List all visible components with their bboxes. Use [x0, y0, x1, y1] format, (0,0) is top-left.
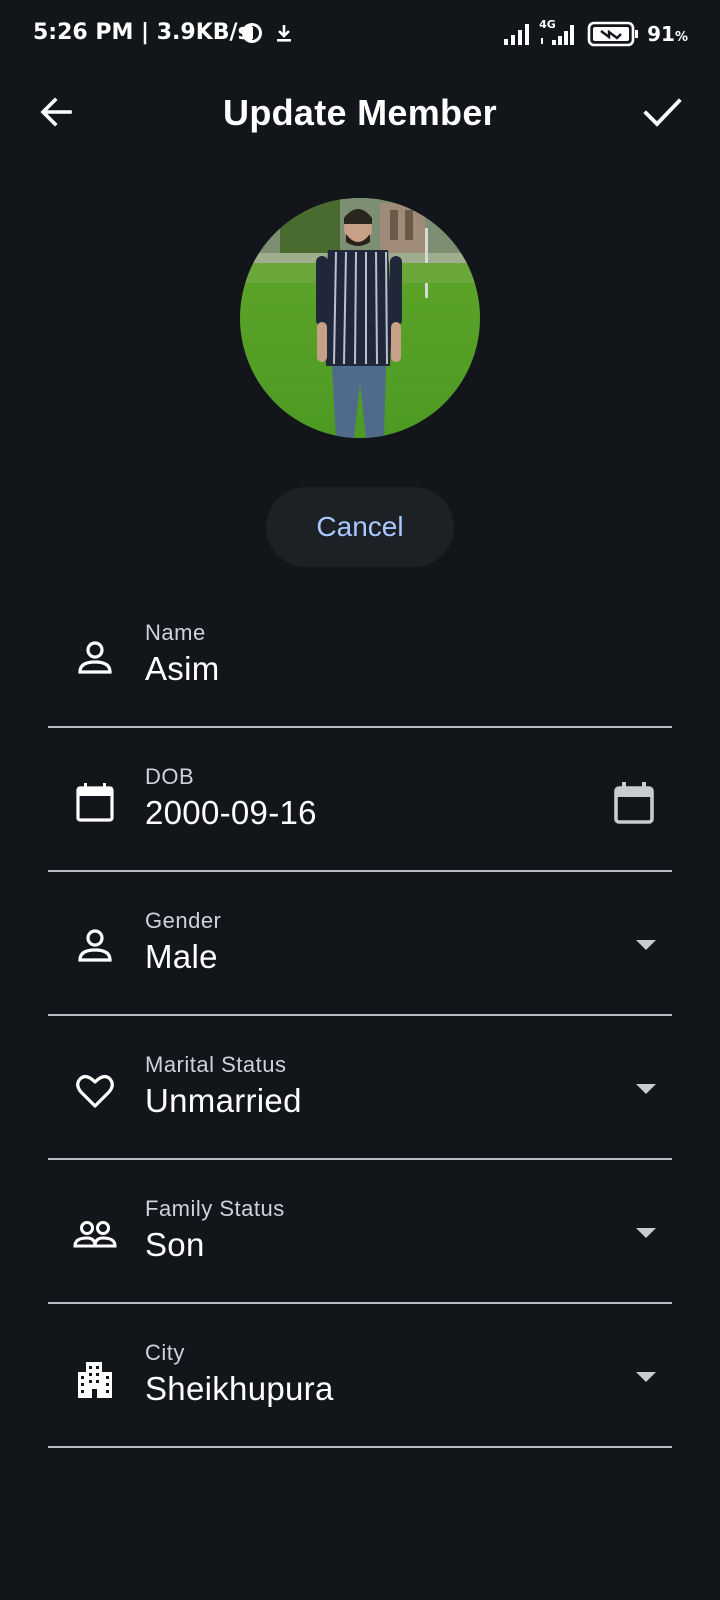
- marital-status-field[interactable]: Marital Status Unmarried: [48, 1014, 672, 1160]
- person-icon: [72, 924, 118, 970]
- cancel-button[interactable]: Cancel: [266, 487, 454, 567]
- check-icon[interactable]: [640, 90, 684, 134]
- people-icon: [72, 1212, 118, 1258]
- building-icon: [72, 1356, 118, 1402]
- name-label: Name: [145, 620, 206, 645]
- signal-icon: [503, 22, 531, 46]
- app-bar: Update Member: [0, 70, 720, 156]
- dropdown-arrow-icon[interactable]: [636, 1372, 656, 1382]
- gender-label: Gender: [145, 908, 222, 933]
- battery-value: 91: [647, 22, 675, 46]
- marital-status-value[interactable]: Unmarried: [145, 1082, 302, 1120]
- calendar-icon: [72, 780, 118, 826]
- heart-icon: [72, 1068, 118, 1114]
- dropdown-arrow-icon[interactable]: [636, 1084, 656, 1094]
- network-4g-icon: 4G: [539, 18, 579, 48]
- battery-icon: [587, 20, 639, 48]
- dob-value[interactable]: 2000-09-16: [145, 794, 317, 832]
- family-status-value[interactable]: Son: [145, 1226, 205, 1264]
- member-photo[interactable]: [240, 198, 480, 438]
- calendar-picker-icon[interactable]: [610, 780, 658, 828]
- dob-field[interactable]: DOB 2000-09-16: [48, 726, 672, 872]
- family-status-field[interactable]: Family Status Son: [48, 1158, 672, 1304]
- name-value[interactable]: Asim: [145, 650, 220, 688]
- page-title: Update Member: [223, 92, 497, 133]
- marital-status-label: Marital Status: [145, 1052, 287, 1077]
- dob-label: DOB: [145, 764, 195, 789]
- status-bar: 5:26 PM | 3.9KB/s 4G 91%: [0, 0, 720, 70]
- dropdown-arrow-icon[interactable]: [636, 1228, 656, 1238]
- person-icon: [72, 636, 118, 682]
- dropdown-arrow-icon[interactable]: [636, 940, 656, 950]
- battery-unit: %: [674, 30, 688, 45]
- sync-icon: [241, 22, 263, 44]
- status-time: 5:26 PM | 3.9KB/s: [33, 20, 251, 45]
- city-label: City: [145, 1340, 185, 1365]
- city-field[interactable]: City Sheikhupura: [48, 1302, 672, 1448]
- family-status-label: Family Status: [145, 1196, 285, 1221]
- battery-level: 91%: [647, 22, 688, 46]
- gender-value[interactable]: Male: [145, 938, 218, 976]
- gender-field[interactable]: Gender Male: [48, 870, 672, 1016]
- city-value[interactable]: Sheikhupura: [145, 1370, 334, 1408]
- download-icon: [273, 22, 295, 44]
- name-field[interactable]: Name Asim: [48, 582, 672, 728]
